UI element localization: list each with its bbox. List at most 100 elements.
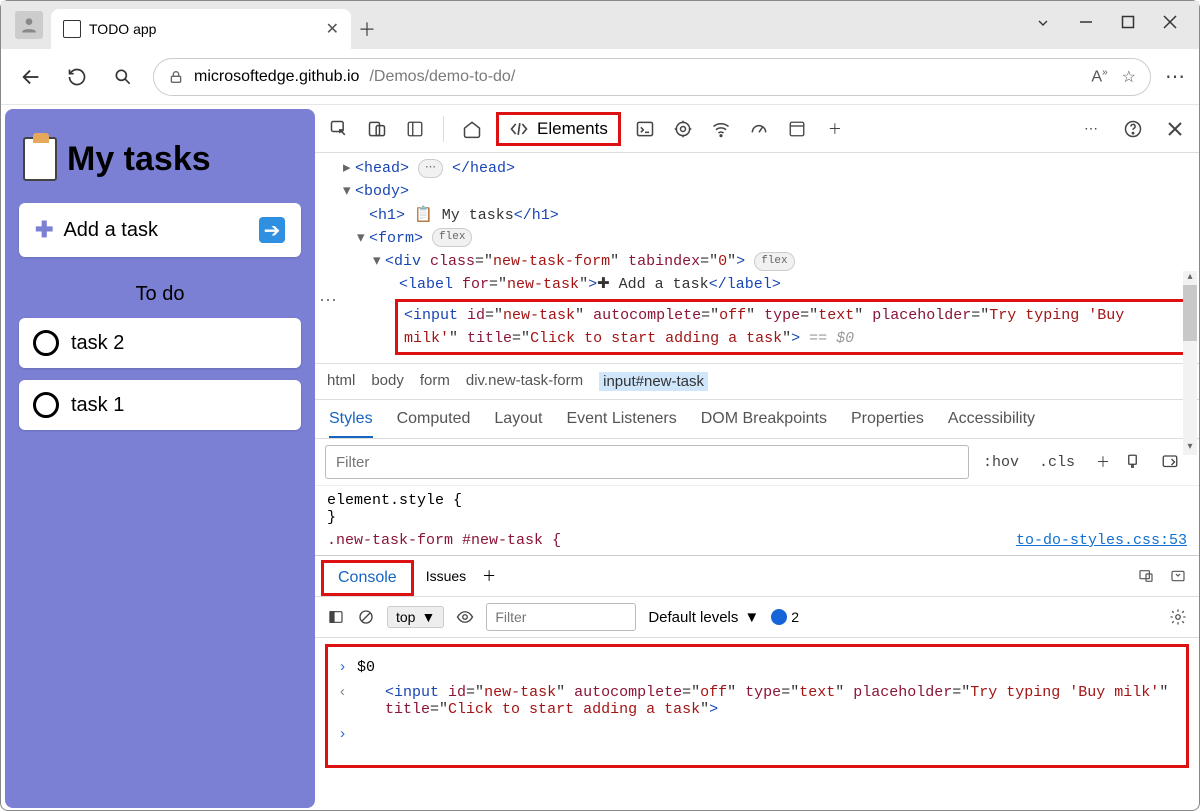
tab-event-listeners[interactable]: Event Listeners xyxy=(566,410,676,428)
dom-node[interactable]: <label xyxy=(399,276,462,293)
breadcrumb-item[interactable]: form xyxy=(420,372,450,391)
performance-icon[interactable] xyxy=(745,115,773,143)
tab-styles[interactable]: Styles xyxy=(329,410,373,438)
dom-attr: tabindex xyxy=(628,253,700,270)
scrollbar-thumb[interactable] xyxy=(1183,285,1197,341)
browser-menu-button[interactable]: ⋯ xyxy=(1165,64,1185,89)
console-tab-icon[interactable] xyxy=(631,115,659,143)
network-icon[interactable] xyxy=(707,115,735,143)
window-controls xyxy=(1013,15,1199,36)
more-drawer-icon[interactable]: ＋ xyxy=(482,566,496,586)
submit-arrow-icon[interactable]: ➔ xyxy=(259,217,285,243)
breadcrumb-item[interactable]: html xyxy=(327,372,355,391)
close-devtools-icon[interactable] xyxy=(1161,115,1189,143)
console-result[interactable]: <input id="new-task" autocomplete="off" … xyxy=(357,684,1176,718)
dom-node[interactable]: <head> xyxy=(355,160,409,177)
sources-icon[interactable] xyxy=(669,115,697,143)
ellipsis-icon[interactable]: ⋯ xyxy=(319,289,339,317)
dom-node[interactable]: <div xyxy=(385,253,430,270)
clear-console-icon[interactable] xyxy=(357,608,375,626)
scroll-down-icon[interactable]: ▾ xyxy=(1183,441,1197,455)
window-titlebar: TODO app ✕ ＋ xyxy=(1,1,1199,49)
dom-attr: title xyxy=(467,330,512,347)
task-label: task 1 xyxy=(71,394,124,417)
flex-badge[interactable]: flex xyxy=(754,252,794,271)
tab-console[interactable]: Console xyxy=(321,560,414,596)
dom-attr: class xyxy=(430,253,475,270)
live-expr-icon[interactable] xyxy=(456,608,474,626)
selected-dom-node[interactable]: <input id="new-task" autocomplete="off" … xyxy=(395,299,1193,356)
panel-layout-icon[interactable] xyxy=(401,115,429,143)
dom-val: Click to start adding a task xyxy=(530,330,782,347)
log-levels-select[interactable]: Default levels ▼ xyxy=(648,609,759,626)
devtools-menu-icon[interactable]: ⋯ xyxy=(1077,115,1105,143)
tab-layout[interactable]: Layout xyxy=(494,410,542,428)
inspect-icon[interactable] xyxy=(325,115,353,143)
chevron-down-icon[interactable] xyxy=(1035,15,1051,36)
tab-computed[interactable]: Computed xyxy=(397,410,471,428)
more-tabs-icon[interactable]: ＋ xyxy=(821,115,849,143)
tab-properties[interactable]: Properties xyxy=(851,410,924,428)
tab-accessibility[interactable]: Accessibility xyxy=(948,410,1035,428)
new-tab-button[interactable]: ＋ xyxy=(351,9,383,49)
address-bar[interactable]: microsoftedge.github.io/Demos/demo-to-do… xyxy=(153,58,1151,96)
dom-node[interactable]: <h1> xyxy=(369,207,405,224)
add-task-input[interactable]: ✚ Add a task ➔ xyxy=(19,203,301,257)
breadcrumb-item[interactable]: input#new-task xyxy=(599,372,708,391)
scroll-up-icon[interactable]: ▴ xyxy=(1183,271,1197,285)
breadcrumb-item[interactable]: div.new-task-form xyxy=(466,372,583,391)
info-dot-icon xyxy=(771,609,787,625)
cls-toggle[interactable]: .cls xyxy=(1033,454,1081,471)
dom-text: Add a task xyxy=(610,276,709,293)
circle-icon[interactable] xyxy=(33,330,59,356)
back-button[interactable] xyxy=(15,61,47,93)
task-item[interactable]: task 2 xyxy=(19,318,301,368)
hov-toggle[interactable]: :hov xyxy=(977,454,1025,471)
console-settings-icon[interactable] xyxy=(1169,608,1187,626)
task-label: task 2 xyxy=(71,332,124,355)
source-link[interactable]: to-do-styles.css:53 xyxy=(1016,532,1187,549)
console-filter-input[interactable] xyxy=(486,603,636,631)
dom-node[interactable]: <form> xyxy=(369,230,423,247)
paintbrush-icon[interactable] xyxy=(1125,453,1153,471)
flex-badge[interactable]: flex xyxy=(432,228,472,247)
console-input-line[interactable]: $0 xyxy=(357,659,375,676)
breadcrumb-item[interactable]: body xyxy=(371,372,404,391)
task-item[interactable]: task 1 xyxy=(19,380,301,430)
profile-avatar-icon[interactable] xyxy=(15,11,43,39)
collapse-drawer-icon[interactable] xyxy=(1169,568,1187,584)
browser-tab[interactable]: TODO app ✕ xyxy=(51,9,351,49)
help-icon[interactable] xyxy=(1119,115,1147,143)
console-output[interactable]: ›$0 ‹ <input id="new-task" autocomplete=… xyxy=(325,644,1189,768)
new-rule-icon[interactable]: ＋ xyxy=(1089,452,1117,472)
search-icon[interactable] xyxy=(107,61,139,93)
dom-node[interactable]: <body> xyxy=(355,183,409,200)
dom-breadcrumb[interactable]: html body form div.new-task-form input#n… xyxy=(315,363,1199,400)
minimize-icon[interactable] xyxy=(1079,15,1093,36)
refresh-button[interactable] xyxy=(61,61,93,93)
context-select[interactable]: top ▼ xyxy=(387,606,444,628)
dom-tree[interactable]: ⋯ ▸<head> ⋯ </head> ▾<body> <h1> 📋 My ta… xyxy=(315,153,1199,363)
circle-icon[interactable] xyxy=(33,392,59,418)
favorite-icon[interactable]: ☆ xyxy=(1122,67,1136,87)
css-rules[interactable]: element.style { } .new-task-form #new-ta… xyxy=(315,486,1199,555)
close-window-icon[interactable] xyxy=(1163,15,1177,36)
vertical-scrollbar[interactable]: ▴ ▾ xyxy=(1183,271,1197,455)
sidebar-toggle-icon[interactable] xyxy=(327,609,345,625)
tab-dom-breakpoints[interactable]: DOM Breakpoints xyxy=(701,410,827,428)
application-icon[interactable] xyxy=(783,115,811,143)
rule-selector[interactable]: .new-task-form #new-task { xyxy=(327,532,561,549)
close-tab-icon[interactable]: ✕ xyxy=(326,19,339,39)
reader-icon[interactable]: A» xyxy=(1091,67,1107,87)
maximize-icon[interactable] xyxy=(1121,15,1135,36)
welcome-icon[interactable] xyxy=(458,115,486,143)
device-toggle-icon[interactable] xyxy=(363,115,391,143)
dock-icon[interactable] xyxy=(1137,568,1155,584)
rule-selector[interactable]: element.style { xyxy=(327,492,1187,509)
tab-issues[interactable]: Issues xyxy=(426,568,466,584)
styles-filter-input[interactable] xyxy=(325,445,969,479)
message-count[interactable]: 2 xyxy=(771,609,799,625)
computed-toggle-icon[interactable] xyxy=(1161,453,1189,471)
tab-elements[interactable]: Elements xyxy=(496,112,621,146)
lock-icon xyxy=(168,69,184,85)
